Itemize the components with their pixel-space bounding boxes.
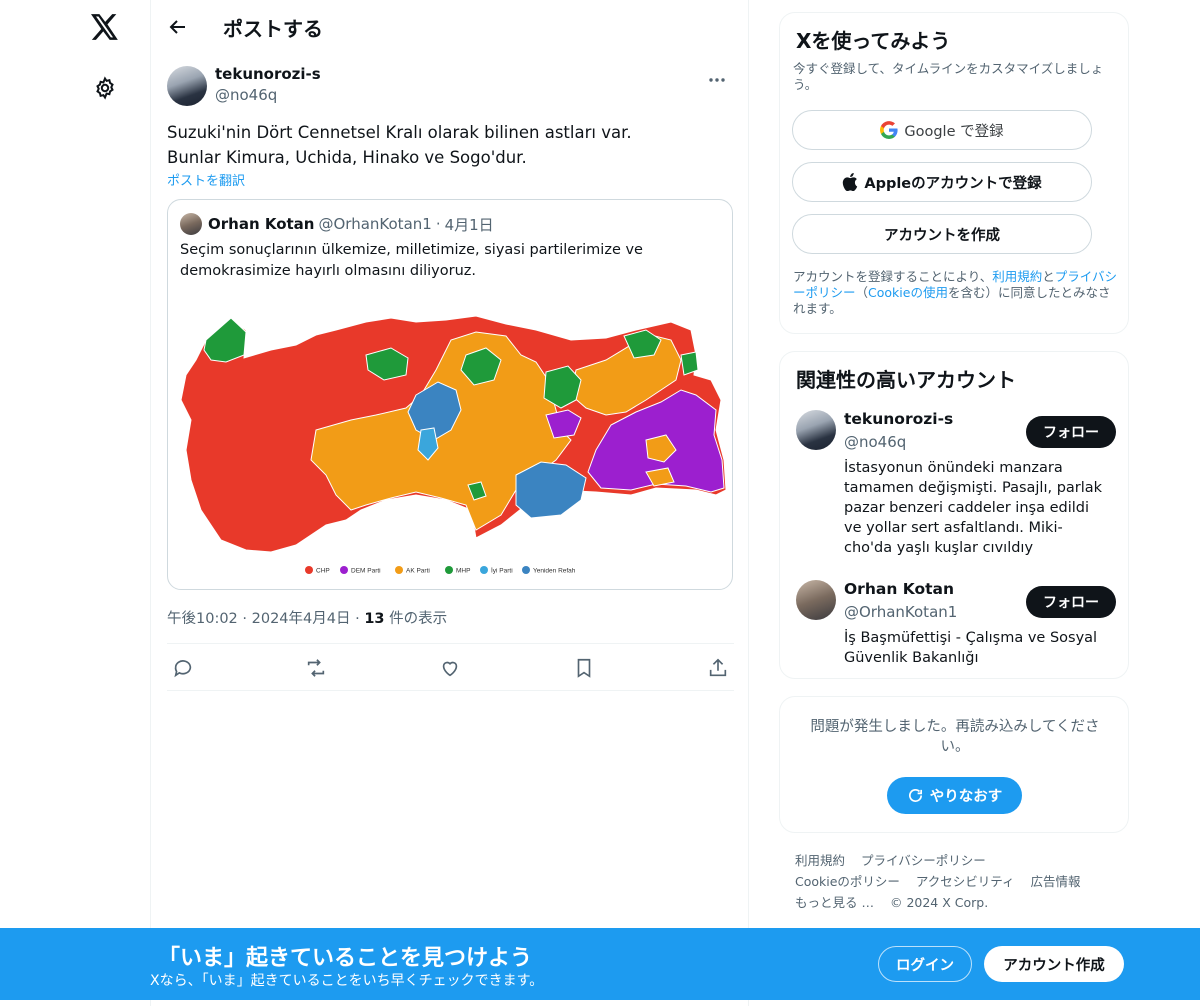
like-heart-icon[interactable] (438, 656, 462, 680)
apple-logo-icon (842, 173, 858, 191)
banner-title: 「いま」起きていることを見つけよう (158, 946, 533, 971)
footer-ads-link[interactable]: 広告情報 (1031, 874, 1081, 889)
error-message: 問題が発生しました。再読み込みしてください。 (810, 719, 1100, 755)
bookmark-icon[interactable] (572, 656, 596, 680)
views-count: 13 (364, 611, 385, 627)
legend-iyi: İyi Parti (491, 566, 513, 575)
related-accounts-title: 関連性の高いアカウント (796, 368, 1016, 392)
quoted-author-handle: @OrhanKotan1 (318, 215, 432, 233)
post-date[interactable]: 2024年4月4日 (252, 611, 351, 627)
views-label: 件の表示 (389, 611, 448, 627)
related-account-handle[interactable]: @no46q (844, 433, 906, 451)
google-signup-label: Google で登録 (904, 123, 1004, 140)
related-account-bio: İstasyonun önündeki manzara tamamen deği… (844, 460, 1103, 556)
post-author: tekunorozi-s @no46q (167, 64, 734, 108)
signup-title: Xを使ってみよう (796, 29, 951, 53)
terms-link[interactable]: 利用規約 (992, 269, 1042, 284)
related-accounts-card: 関連性の高いアカウント tekunorozi-s @no46q フォロー İst… (779, 351, 1129, 679)
quoted-separator: · (435, 215, 441, 233)
quoted-post-header: Orhan Kotan @OrhanKotan1 · 4月1日 (180, 212, 498, 236)
quoted-post[interactable]: Orhan Kotan @OrhanKotan1 · 4月1日 Seçim so… (167, 199, 733, 590)
related-account-avatar[interactable] (796, 410, 836, 450)
back-arrow-icon[interactable] (165, 14, 191, 40)
legal-mid: （ (855, 285, 869, 300)
post-text-line1: Suzuki'nin Dört Cennetsel Kralı olarak b… (167, 123, 632, 142)
apple-signup-button[interactable]: Appleのアカウントで登録 (792, 162, 1092, 202)
author-handle[interactable]: @no46q (215, 86, 277, 104)
map-region-mhp-nw (203, 317, 247, 363)
legend-dem: DEM Parti (351, 568, 381, 575)
login-button[interactable]: ログイン (878, 946, 972, 982)
footer-links: 利用規約 プライバシーポリシー Cookieのポリシー アクセシビリティ 広告情… (795, 850, 1115, 913)
post-time[interactable]: 午後10:02 (167, 611, 238, 627)
post-actions (167, 643, 734, 691)
related-account-handle[interactable]: @OrhanKotan1 (844, 603, 957, 621)
refresh-icon (907, 787, 924, 804)
google-signup-button[interactable]: Google で登録 (792, 110, 1092, 150)
related-account-name[interactable]: tekunorozi-s (844, 410, 953, 428)
x-logo-icon[interactable] (88, 10, 122, 44)
quoted-author-avatar (180, 213, 202, 235)
more-options-icon[interactable] (706, 70, 728, 90)
footer-cookie-link[interactable]: Cookieのポリシー (795, 874, 900, 889)
page-title: ポストする (223, 16, 323, 41)
share-icon[interactable] (706, 656, 730, 680)
legend-yeniden-refah: Yeniden Refah (533, 568, 576, 575)
google-logo-icon (880, 121, 898, 139)
banner-subtitle: Xなら、「いま」起きていることをいち早くチェックできます。 (150, 973, 544, 989)
settings-gear-icon[interactable] (91, 74, 119, 102)
legend-akp: AK Parti (406, 568, 430, 575)
follow-button[interactable]: フォロー (1026, 586, 1116, 618)
retry-label: やりなおす (929, 789, 1003, 805)
repost-icon[interactable] (304, 656, 328, 680)
related-account-bio: İş Başmüfettişi - Çalışma ve Sosyal Güve… (844, 630, 1098, 666)
related-account-avatar[interactable] (796, 580, 836, 620)
post-meta: 午後10:02 · 2024年4月4日 · 13 件の表示 (167, 611, 448, 627)
legend-chp: CHP (316, 568, 330, 575)
legend-mhp: MHP (456, 568, 470, 575)
main-column: ポストする tekunorozi-s @no46q Suzuki'nin Dör… (150, 0, 749, 1006)
post-text: Suzuki'nin Dört Cennetsel Kralı olarak b… (167, 120, 727, 170)
cookie-link[interactable]: Cookieの使用 (868, 285, 948, 300)
quoted-text: Seçim sonuçlarının ülkemize, milletimize… (180, 242, 643, 279)
map-region-mhp-ne2 (680, 351, 699, 376)
create-account-button[interactable]: アカウントを作成 (792, 214, 1092, 254)
top-bar: ポストする (151, 0, 748, 54)
author-avatar[interactable] (167, 66, 207, 106)
related-account-item[interactable]: tekunorozi-s @no46q フォロー İstasyonun önün… (796, 410, 1116, 560)
footer-accessibility-link[interactable]: アクセシビリティ (916, 874, 1015, 889)
turkey-election-map: CHP DEM Parti AK Parti MHP İyi Parti Yen… (180, 315, 727, 575)
signup-card: Xを使ってみよう 今すぐ登録して、タイムラインをカスタマイズしましょう。 Goo… (779, 12, 1129, 334)
author-name[interactable]: tekunorozi-s (215, 65, 321, 83)
footer-copyright: © 2024 X Corp. (889, 895, 989, 910)
reply-icon[interactable] (171, 656, 195, 680)
footer-privacy-link[interactable]: プライバシーポリシー (861, 853, 986, 868)
footer-terms-link[interactable]: 利用規約 (795, 853, 845, 868)
follow-button[interactable]: フォロー (1026, 416, 1116, 448)
apple-signup-label: Appleのアカウントで登録 (864, 175, 1042, 192)
post-text-line2: Bunlar Kimura, Uchida, Hinako ve Sogo'du… (167, 148, 527, 167)
translate-post-link[interactable]: ポストを翻訳 (167, 170, 245, 189)
related-account-item[interactable]: Orhan Kotan @OrhanKotan1 フォロー İş Başmüfe… (796, 580, 1116, 670)
retry-button[interactable]: やりなおす (887, 777, 1022, 814)
footer-more-link[interactable]: もっと見る … (795, 895, 874, 910)
quoted-date: 4月1日 (444, 215, 494, 234)
quoted-author-name: Orhan Kotan (208, 215, 315, 233)
error-card: 問題が発生しました。再読み込みしてください。 やりなおす (779, 696, 1129, 833)
map-legend: CHP DEM Parti AK Parti MHP İyi Parti Yen… (305, 566, 576, 575)
login-banner: 「いま」起きていることを見つけよう Xなら、「いま」起きていることをいち早くチェ… (0, 928, 1200, 1000)
signup-legal-text: アカウントを登録することにより、利用規約とプライバシーポリシー（Cookieの使… (793, 269, 1121, 317)
signup-subtitle: 今すぐ登録して、タイムラインをカスタマイズしましょう。 (793, 61, 1104, 92)
related-account-name[interactable]: Orhan Kotan (844, 580, 954, 598)
legal-prefix: アカウントを登録することにより、 (793, 269, 993, 284)
left-nav (0, 0, 150, 1006)
signup-button[interactable]: アカウント作成 (984, 946, 1124, 982)
legal-and: と (1042, 269, 1055, 284)
